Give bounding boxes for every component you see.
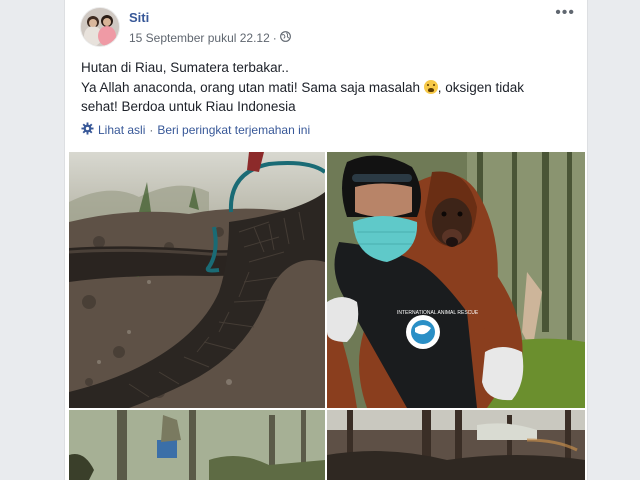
author-avatar[interactable] <box>81 8 119 46</box>
facebook-post: Siti 15 September pukul 22.12 · ••• Huta… <box>64 0 588 480</box>
separator: · <box>272 31 277 45</box>
gear-icon[interactable] <box>81 122 94 138</box>
burnt-forest-photo[interactable] <box>327 410 585 480</box>
post-text-line-3: sehat! Berdoa untuk Riau Indonesia <box>81 99 296 114</box>
post-text: Hutan di Riau, Sumatera terbakar.. Ya Al… <box>81 58 571 117</box>
post-meta: 15 September pukul 22.12 · <box>129 31 291 45</box>
burnt-anaconda-photo[interactable] <box>69 152 325 408</box>
post-text-line-2b: , oksigen tidak <box>437 79 525 95</box>
smoky-forest-photo[interactable] <box>69 410 325 480</box>
shirt-logo-text: INTERNATIONAL ANIMAL RESCUE <box>397 310 479 316</box>
post-text-line-2a: Ya Allah anaconda, orang utan mati! Sama… <box>81 79 420 95</box>
view-original-link[interactable]: Lihat asli <box>98 123 145 137</box>
orangutan-rescue-photo[interactable]: INTERNATIONAL ANIMAL RESCUE <box>327 152 585 408</box>
post-text-line-2: Ya Allah anaconda, orang utan mati! Sama… <box>81 78 571 98</box>
crying-emoji-icon <box>423 79 438 94</box>
post-timestamp[interactable]: 15 September pukul 22.12 <box>129 31 270 45</box>
rate-translation-link[interactable]: Beri peringkat terjemahan ini <box>157 123 310 137</box>
author-name[interactable]: Siti <box>129 10 149 25</box>
more-options-icon[interactable]: ••• <box>555 4 575 22</box>
globe-icon[interactable] <box>279 31 291 45</box>
translation-bar: Lihat asli · Beri peringkat terjemahan i… <box>81 122 310 138</box>
translation-separator: · <box>149 123 154 137</box>
post-text-line-1: Hutan di Riau, Sumatera terbakar.. <box>81 60 289 75</box>
